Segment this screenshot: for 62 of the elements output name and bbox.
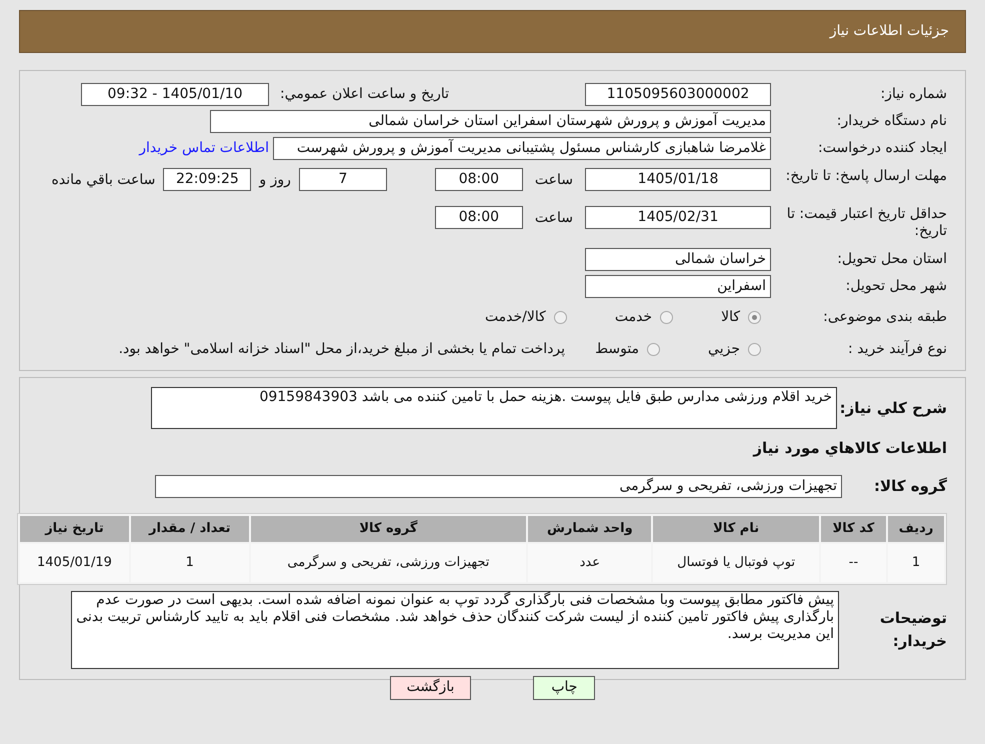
field-label: شماره نیاز:	[880, 86, 947, 103]
table-cell: عدد	[528, 544, 652, 582]
field-label: ساعت باقي مانده	[52, 171, 156, 190]
field-label: متوسط	[595, 340, 640, 358]
text-field[interactable]: تجهیزات ورزشی، تفریحی و سرگرمی	[155, 474, 842, 498]
radio-button[interactable]	[647, 342, 660, 356]
field-label: مهلت ارسال پاسخ: تا تاریخ:	[784, 168, 947, 185]
field-label: ساعت	[534, 209, 573, 228]
section-label: گروه کالا:	[873, 476, 947, 497]
table-cell: --	[820, 544, 886, 582]
table-cell: توپ فوتبال یا فوتسال	[653, 544, 819, 582]
radio-button[interactable]	[554, 310, 567, 324]
field-label: خدمت	[614, 308, 652, 326]
text-area[interactable]: خرید اقلام ورزشی مدارس طبق فایل پیوست .هزینه حمل با تامین کننده می باشد 09159843903	[151, 387, 837, 429]
field-label: پرداخت تمام یا بخشی از مبلغ خرید،از محل "اسناد خزانه اسلامی" خواهد بود.	[118, 340, 566, 358]
field-label: شهر محل تحویل:	[844, 278, 947, 295]
section-title: اطلاعات کالاهاي مورد نیاز	[753, 438, 947, 459]
header-bar: جزئیات اطلاعات نیاز	[19, 10, 966, 53]
radio-button[interactable]	[748, 342, 761, 356]
field-label: استان محل تحویل:	[836, 251, 947, 268]
table-cell: 1	[130, 544, 249, 582]
table-cell: تجهیزات ورزشی، تفریحی و سرگرمی	[250, 544, 526, 582]
section-label: توضیحات خریدار:	[878, 608, 947, 652]
text-area[interactable]: پیش فاکتور مطابق پیوست وبا مشخصات فنی بارگذاری گردد توپ به عنوان نمونه اضافه شده است. بدیهی است در صورت عدم بارگذاری پیش فاکتور تامین کننده از لیست شرکت کنندگان حذف خواهد شد. مشخصات فنی اقلام باید به تایید کارشناس تربیت بدنی این مدیریت برسد.	[71, 590, 839, 668]
text-field[interactable]: خراسان شمالی	[585, 248, 771, 271]
field-label: جزيي	[708, 340, 740, 358]
text-field[interactable]: 1405/01/10 - 09:32	[81, 83, 269, 106]
field-label: حداقل تاریخ اعتبار قیمت: تا تاریخ:	[786, 206, 947, 240]
field-label: طبقه بندی موضوعی:	[822, 308, 947, 326]
field-label: روز و	[259, 171, 291, 190]
column-header: گروه کالا	[250, 516, 526, 542]
radio-button[interactable]	[660, 310, 674, 324]
field-label: نام دستگاه خریدار:	[836, 113, 947, 130]
column-header: ردیف	[888, 516, 944, 542]
text-field[interactable]: 08:00	[434, 168, 523, 191]
text-field[interactable]: 22:09:25	[163, 168, 252, 191]
text-field[interactable]: اسفراین	[585, 275, 771, 298]
field-label: تاریخ و ساعت اعلان عمومي:	[279, 86, 449, 103]
text-field[interactable]: مدیریت آموزش و پرورش شهرستان اسفراین استان خراسان شمالی	[210, 110, 771, 133]
field-label: کالا	[721, 308, 740, 326]
field-label: ساعت	[534, 171, 573, 190]
radio-button[interactable]	[748, 310, 761, 324]
text-field[interactable]: 1405/02/31	[585, 206, 771, 229]
field-label: ایجاد کننده درخواست:	[817, 140, 947, 157]
print-button[interactable]: چاپ	[533, 676, 596, 700]
field-label: نوع فرآیند خرید :	[847, 340, 947, 358]
table-cell: 1405/01/19	[20, 544, 129, 582]
column-header: تعداد / مقدار	[130, 516, 249, 542]
text-field[interactable]: 1405/01/18	[585, 168, 771, 191]
column-header: واحد شمارش	[528, 516, 652, 542]
field-label: کالا/خدمت	[484, 308, 546, 326]
section-label: شرح کلي نیاز:	[838, 398, 947, 419]
back-button[interactable]: بازگشت	[390, 676, 472, 700]
column-header: تاریخ نیاز	[20, 516, 129, 542]
contact-link[interactable]: اطلاعات تماس خریدار	[139, 138, 269, 159]
text-field[interactable]: 08:00	[434, 206, 523, 229]
text-field[interactable]: 1105095603000002	[585, 83, 771, 106]
column-header: نام کالا	[653, 516, 819, 542]
column-header: کد کالا	[820, 516, 886, 542]
table-cell: 1	[888, 544, 944, 582]
text-field[interactable]: غلامرضا شاهبازی کارشناس مسئول پشتیبانی مدیریت آموزش و پرورش شهرست	[273, 137, 771, 160]
text-field[interactable]: 7	[298, 168, 387, 191]
